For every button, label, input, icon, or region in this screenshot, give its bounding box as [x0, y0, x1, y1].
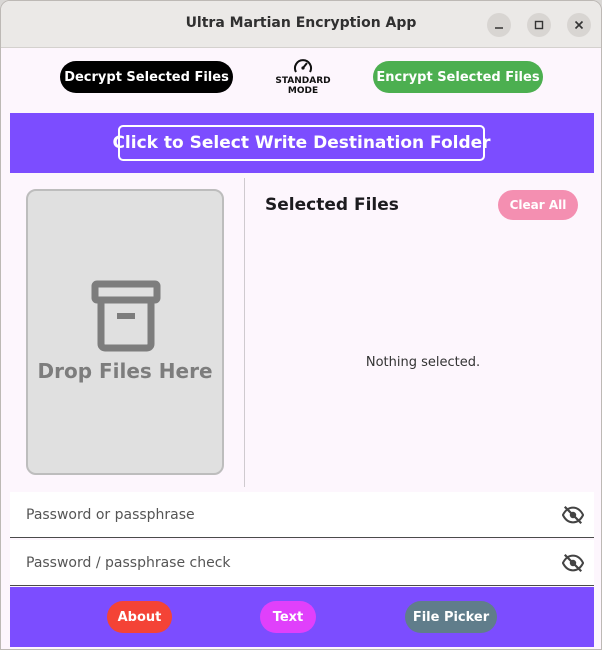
title-bar[interactable]: Ultra Martian Encryption App — [1, 1, 601, 48]
encrypt-selected-files-button[interactable]: Encrypt Selected Files — [373, 61, 543, 93]
eye-off-icon[interactable] — [562, 504, 584, 526]
empty-selection-text: Nothing selected. — [365, 355, 481, 370]
text-button[interactable]: Text — [260, 601, 316, 633]
app-window: Ultra Martian Encryption App Decrypt Sel… — [0, 0, 602, 650]
password-check-input[interactable] — [10, 540, 594, 585]
window-title: Ultra Martian Encryption App — [185, 15, 417, 31]
archive-box-icon — [91, 280, 161, 352]
mode-label: STANDARD MODE — [275, 76, 331, 96]
selected-files-title: Selected Files — [265, 195, 399, 215]
file-picker-button[interactable]: File Picker — [405, 601, 497, 633]
close-button[interactable] — [567, 13, 591, 37]
password-field[interactable] — [10, 492, 594, 538]
mode-toggle[interactable]: STANDARD MODE — [263, 58, 343, 100]
maximize-button[interactable] — [527, 13, 551, 37]
panel-divider — [244, 178, 245, 487]
select-destination-folder-button[interactable]: Click to Select Write Destination Folder — [112, 125, 491, 161]
about-button[interactable]: About — [107, 601, 172, 633]
speedometer-icon — [294, 59, 312, 73]
file-drop-zone[interactable]: Drop Files Here — [26, 189, 224, 475]
eye-off-icon[interactable] — [562, 552, 584, 574]
clear-all-button[interactable]: Clear All — [498, 190, 578, 220]
password-input[interactable] — [10, 492, 594, 537]
decrypt-selected-files-button[interactable]: Decrypt Selected Files — [60, 61, 233, 93]
close-icon — [574, 20, 584, 30]
top-toolbar: Decrypt Selected Files STANDARD MODE Enc… — [1, 48, 601, 112]
maximize-icon — [534, 20, 544, 30]
password-check-field[interactable] — [10, 540, 594, 586]
minimize-icon — [495, 27, 503, 29]
bottom-bar: About Text File Picker — [10, 587, 594, 647]
minimize-button[interactable] — [487, 13, 511, 37]
drop-files-label: Drop Files Here — [37, 359, 213, 383]
destination-banner: Click to Select Write Destination Folder — [10, 113, 594, 173]
